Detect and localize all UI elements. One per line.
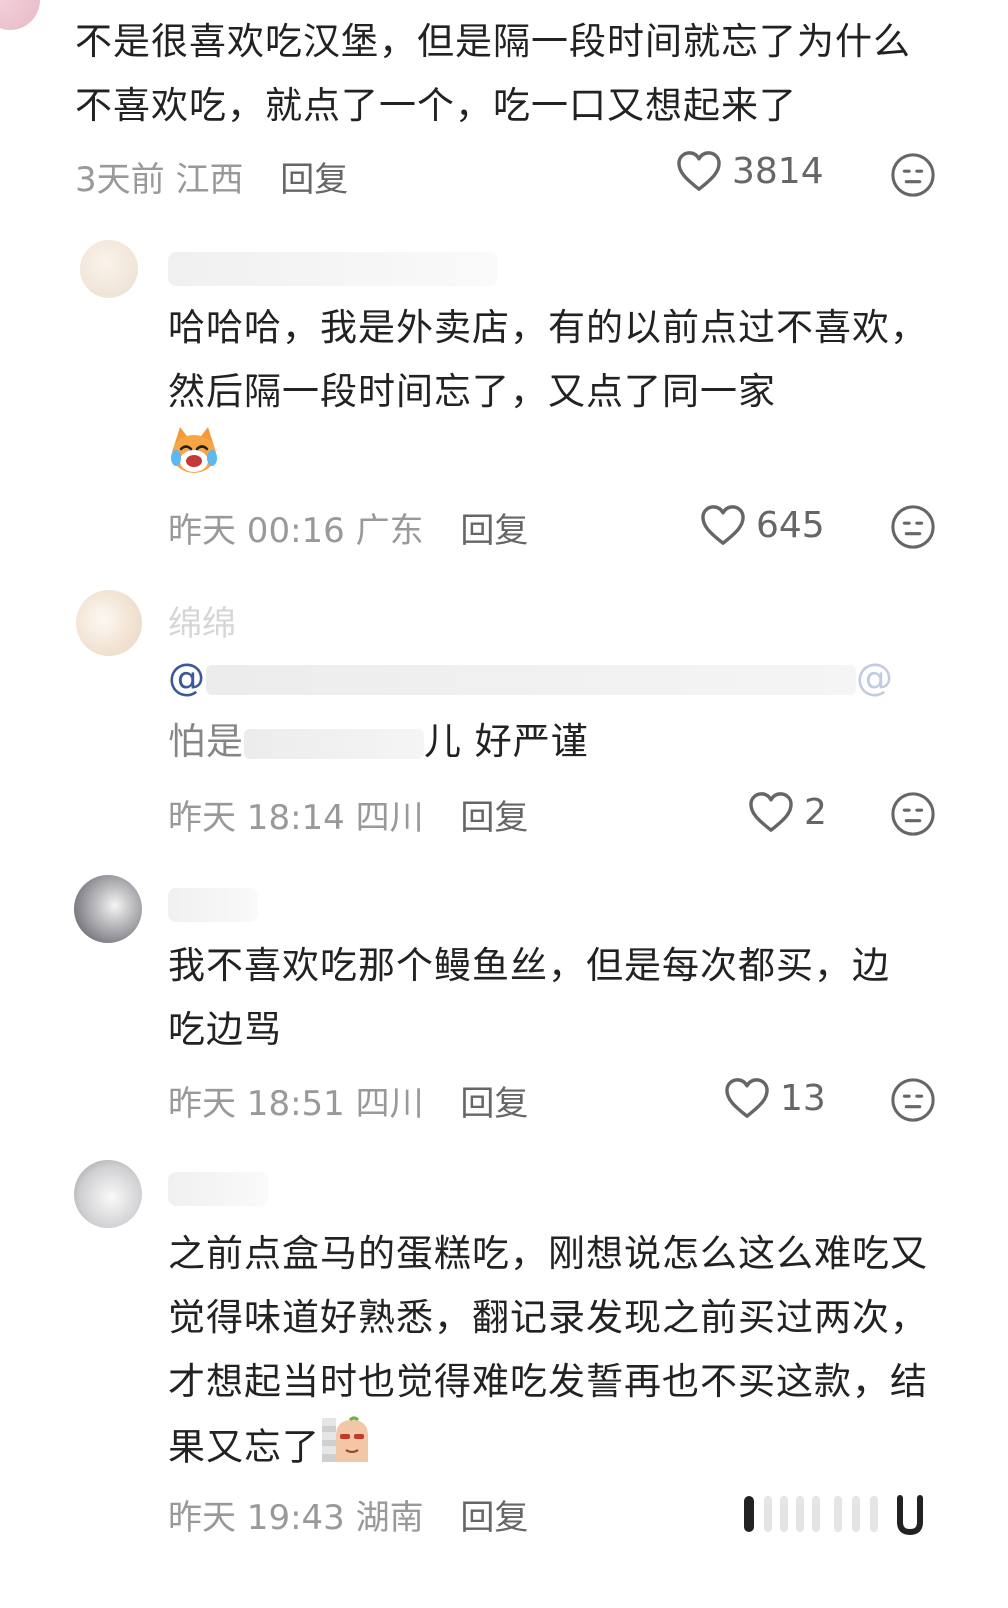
comment-time: 昨天 19:43 (168, 1498, 345, 1538)
comment-time: 昨天 18:51 (168, 1084, 345, 1124)
comment-text: 我不喜欢吃那个鳗鱼丝，但是每次都买，边吃边骂 (168, 944, 890, 1051)
comment-meta: 3天前 江西 回复 (75, 152, 348, 201)
reply-button[interactable]: 回复 (460, 798, 528, 838)
emoji-reaction-icon[interactable] (890, 1077, 936, 1123)
avatar[interactable] (74, 875, 142, 943)
like-count: 645 (756, 504, 825, 546)
heart-icon (677, 151, 721, 191)
comment-time: 3天前 (75, 160, 165, 200)
reply-button[interactable]: 回复 (460, 1498, 528, 1538)
comment-meta: 昨天 19:43 湖南 回复 (168, 1490, 528, 1539)
comment-location: 四川 (355, 798, 424, 838)
emoji-reaction-icon[interactable] (890, 152, 936, 198)
comment-time: 昨天 00:16 (168, 511, 345, 551)
like-button[interactable]: 3814 (676, 150, 824, 192)
reply-button[interactable]: 回复 (460, 511, 528, 551)
emoji-reaction-icon[interactable] (890, 791, 936, 837)
heart-icon (725, 1078, 769, 1118)
comment-location: 广东 (355, 511, 424, 551)
username: 绵绵 (168, 604, 236, 644)
watermark-logo (740, 1490, 930, 1538)
comment-location: 四川 (355, 1084, 424, 1124)
avatar[interactable] (80, 240, 138, 298)
comment-meta: 昨天 00:16 广东 回复 (168, 503, 528, 552)
heart-icon (749, 792, 793, 832)
username-blurred (168, 888, 258, 922)
avatar[interactable] (74, 1160, 142, 1228)
comment-text: 不是很喜欢吃汉堡，但是隔一段时间就忘了为什么不喜欢吃，就点了一个，吃一口又想起来… (75, 20, 911, 127)
comment-location: 江西 (175, 160, 244, 200)
like-count: 13 (780, 1077, 826, 1119)
reply-button[interactable]: 回复 (460, 1084, 528, 1124)
mention-at-end[interactable]: @ (856, 656, 894, 699)
laughing-cat-emoji (168, 424, 220, 496)
username-blurred (168, 1172, 268, 1206)
comment-text: @ @ 怕是儿 好严谨 (168, 656, 894, 763)
comment-text: 哈哈哈，我是外卖店，有的以前点过不喜欢，然后隔一段时间忘了，又点了同一家 (168, 296, 928, 496)
username-blurred (168, 252, 498, 286)
peeking-sticker (320, 1414, 370, 1484)
emoji-reaction-icon[interactable] (890, 504, 936, 550)
blurred-text (244, 728, 424, 759)
mention-at[interactable]: @ (168, 656, 206, 699)
comment-meta: 昨天 18:14 四川 回复 (168, 790, 528, 839)
like-button[interactable]: 13 (724, 1077, 826, 1119)
comment-text: 之前点盒马的蛋糕吃，刚想说怎么这么难吃又觉得味道好熟悉，翻记录发现之前买过两次，… (168, 1222, 928, 1484)
blurred-text (206, 664, 856, 695)
like-count: 3814 (732, 150, 824, 192)
comment-location: 湖南 (355, 1498, 424, 1538)
comment-meta: 昨天 18:51 四川 回复 (168, 1076, 528, 1125)
comment-time: 昨天 18:14 (168, 798, 345, 838)
like-count: 2 (804, 791, 827, 833)
reply-button[interactable]: 回复 (280, 160, 348, 200)
heart-icon (701, 505, 745, 545)
like-button[interactable]: 2 (748, 791, 827, 833)
avatar[interactable] (0, 0, 40, 30)
avatar[interactable] (76, 590, 142, 656)
like-button[interactable]: 645 (700, 504, 825, 546)
